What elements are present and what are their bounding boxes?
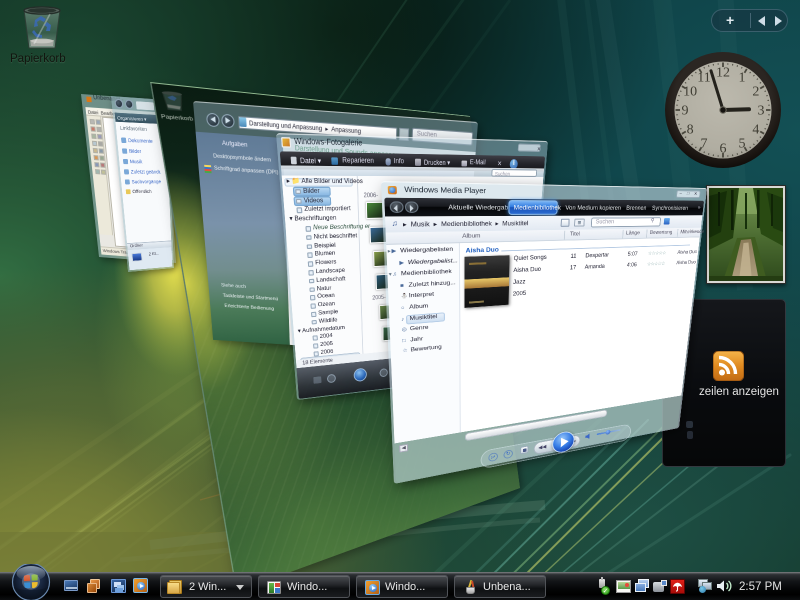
svg-text:9: 9 (682, 104, 689, 119)
svg-text:5: 5 (739, 136, 746, 151)
svg-text:6: 6 (720, 142, 727, 157)
svg-text:8: 8 (687, 123, 694, 138)
svg-text:10: 10 (683, 85, 697, 100)
svg-text:2: 2 (752, 85, 759, 100)
svg-text:7: 7 (701, 136, 708, 151)
svg-text:12: 12 (716, 66, 730, 81)
svg-text:3: 3 (758, 104, 765, 119)
svg-text:11: 11 (697, 71, 710, 86)
svg-text:1: 1 (739, 71, 746, 86)
svg-text:4: 4 (752, 123, 759, 138)
